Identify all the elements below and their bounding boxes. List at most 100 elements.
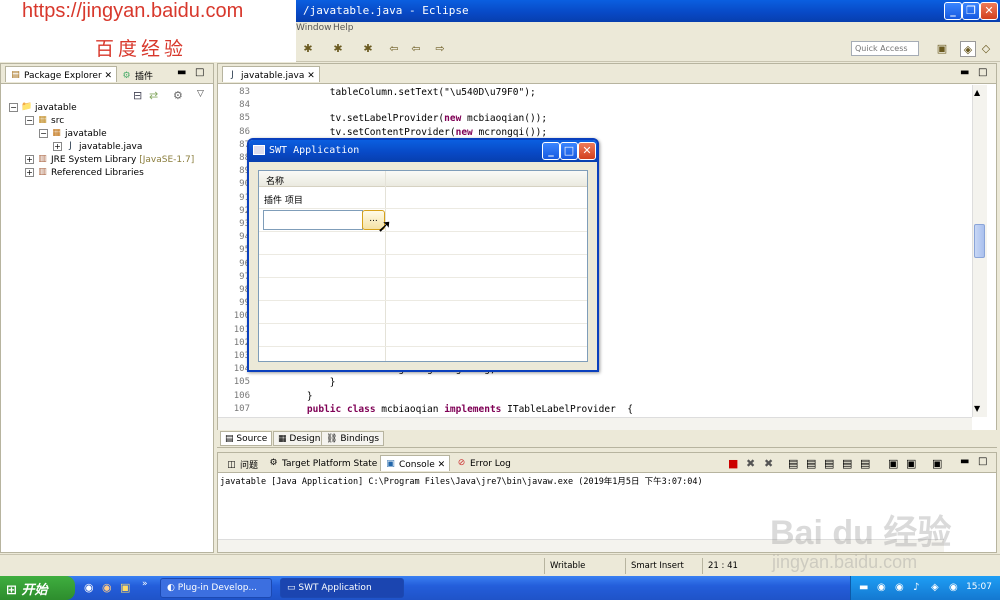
terminate-icon[interactable]: ■	[728, 457, 738, 470]
collapse-icon[interactable]: −	[25, 116, 34, 125]
maximize-view-icon[interactable]: □	[978, 67, 987, 78]
maximize-view-icon[interactable]: □	[195, 67, 204, 78]
scroll-down-icon[interactable]: ▼	[974, 404, 980, 413]
quicklaunch-media-icon[interactable]: ◉	[102, 581, 112, 594]
close-icon[interactable]: ✕	[105, 71, 113, 81]
scroll-lock-icon[interactable]: ▤	[806, 457, 816, 470]
java-perspective-icon[interactable]: ◇	[978, 41, 994, 57]
tab-plugins[interactable]: ⚙ 插件	[117, 66, 157, 82]
dialog-minimize-button[interactable]: _	[542, 142, 560, 160]
remove-launch-icon[interactable]: ✖	[746, 457, 755, 470]
taskbar-item-eclipse[interactable]: ◐ Plug-in Develop...	[160, 578, 272, 598]
tree-label: Referenced Libraries	[51, 168, 144, 178]
package-icon: ▦	[52, 128, 61, 138]
expand-icon[interactable]: +	[25, 168, 34, 177]
tree-item-jre-library[interactable]: + ▥ JRE System Library [JavaSE-1.7]	[25, 154, 194, 167]
close-button[interactable]: ✕	[980, 2, 998, 20]
tab-package-explorer[interactable]: ▤ Package Explorer ✕	[5, 66, 118, 82]
view-menu-icon[interactable]: ▣	[932, 457, 942, 470]
menu-help[interactable]: Help	[333, 23, 354, 33]
column-header-name[interactable]: 名称	[266, 174, 284, 187]
tree-suffix: [JavaSE-1.7]	[139, 155, 195, 165]
code-line[interactable]: public class mcbiaoqian implements ITabl…	[284, 404, 633, 415]
tree-item-package[interactable]: − ▦ javatable	[39, 128, 107, 141]
collapse-icon[interactable]: −	[39, 129, 48, 138]
open-console-icon[interactable]: ▣	[888, 457, 898, 470]
tree-item-project[interactable]: − 📁 javatable	[9, 102, 77, 115]
cell-editor-input[interactable]	[263, 210, 363, 230]
link-editor-icon[interactable]: ⇄	[149, 89, 158, 102]
expand-icon[interactable]: +	[25, 155, 34, 164]
remove-all-icon[interactable]: ✖	[764, 457, 773, 470]
maximize-view-icon[interactable]: □	[978, 456, 987, 467]
horizontal-scrollbar[interactable]	[218, 417, 972, 430]
expand-icon[interactable]: +	[53, 142, 62, 151]
collapse-all-icon[interactable]: ⊟	[133, 89, 142, 102]
close-icon[interactable]: ✕	[307, 71, 315, 81]
tab-console[interactable]: ▣ Console ✕	[380, 455, 451, 471]
taskbar: ⊞ 开始 ◉ ◉ ▣ » ◐ Plug-in Develop... ▭ SWT …	[0, 576, 1000, 600]
table-cell[interactable]: 插件 项目	[264, 193, 303, 206]
debug-icon[interactable]: ✱	[300, 41, 316, 57]
tab-javatable-java[interactable]: Jjavatable.java ✕	[222, 66, 320, 82]
tray-icon[interactable]: ◉	[949, 582, 958, 593]
plugin-perspective-icon[interactable]: ◈	[960, 41, 976, 57]
code-line[interactable]: tv.setLabelProvider(new mcbiaoqian());	[284, 113, 547, 124]
external-tools-icon[interactable]: ✱	[360, 41, 376, 57]
tab-problems[interactable]: ◫ 问题	[222, 455, 262, 471]
network-icon[interactable]: ◈	[931, 582, 939, 593]
tray-icon[interactable]: ▬	[859, 582, 868, 593]
clear-console-icon[interactable]: ▤	[788, 457, 798, 470]
scroll-up-icon[interactable]: ▲	[974, 88, 980, 97]
forward-icon[interactable]: ⇦	[408, 41, 424, 57]
word-wrap-icon[interactable]: ▤	[824, 457, 834, 470]
back-icon[interactable]: ⇦	[386, 41, 402, 57]
minimize-view-icon[interactable]: ▬	[960, 67, 969, 78]
tree-item-src[interactable]: − ▦ src	[25, 115, 64, 128]
minimize-view-icon[interactable]: ▬	[960, 456, 969, 467]
quicklaunch-ie-icon[interactable]: ◉	[84, 581, 94, 594]
swt-application-dialog[interactable]: SWT Application _ □ ✕ 名称 插件 项目 ... ➚	[247, 138, 599, 372]
tab-source[interactable]: ▤ Source	[220, 431, 273, 446]
dialog-title: SWT Application	[269, 145, 360, 156]
tray-icon[interactable]: ◉	[895, 582, 904, 593]
dialog-title-bar[interactable]: SWT Application _ □ ✕	[249, 140, 597, 162]
table[interactable]: 名称 插件 项目 ... ➚	[258, 170, 588, 362]
new-console-icon[interactable]: ▣	[906, 457, 916, 470]
tree-item-referenced-libraries[interactable]: + ▥ Referenced Libraries	[25, 167, 144, 180]
tray-icon[interactable]: ◉	[877, 582, 886, 593]
tree-item-java-file[interactable]: + Jjavatable.java	[53, 141, 142, 154]
quick-access-input[interactable]	[851, 41, 919, 56]
quicklaunch-more-icon[interactable]: »	[142, 579, 148, 589]
tab-design[interactable]: ▦ Design	[273, 431, 326, 446]
design-icon: ▦	[278, 434, 287, 444]
dialog-close-button[interactable]: ✕	[578, 142, 596, 160]
minimize-view-icon[interactable]: ▬	[177, 67, 186, 78]
run-icon[interactable]: ✱	[330, 41, 346, 57]
minimize-button[interactable]: _	[944, 2, 962, 20]
menu-window[interactable]: Window	[296, 23, 332, 33]
code-line[interactable]: tableColumn.setText("\u540D\u79F0");	[284, 87, 536, 98]
dialog-maximize-button[interactable]: □	[560, 142, 578, 160]
tab-target-platform-state[interactable]: ⚙ Target Platform State	[264, 455, 381, 471]
code-line[interactable]: }	[284, 377, 336, 388]
tab-bindings[interactable]: ⛓ Bindings	[321, 431, 385, 446]
code-line[interactable]: tv.setContentProvider(new mcrongqi());	[284, 127, 547, 138]
view-menu-icon[interactable]: ▽	[197, 89, 204, 99]
filter-icon[interactable]: ⚙	[173, 89, 183, 102]
code-line[interactable]: }	[284, 391, 313, 402]
tab-error-log[interactable]: ⊘ Error Log	[452, 455, 515, 471]
volume-icon[interactable]: ♪	[913, 582, 919, 593]
open-perspective-icon[interactable]: ▣	[934, 41, 950, 57]
taskbar-item-swt-app[interactable]: ▭ SWT Application	[280, 578, 404, 598]
close-icon[interactable]: ✕	[438, 460, 446, 470]
eclipse-icon: ◐	[167, 583, 175, 593]
vertical-scroll-thumb[interactable]	[974, 224, 985, 258]
pin-console-icon[interactable]: ▤	[842, 457, 852, 470]
maximize-button[interactable]: ❐	[962, 2, 980, 20]
next-icon[interactable]: ⇨	[432, 41, 448, 57]
collapse-icon[interactable]: −	[9, 103, 18, 112]
display-console-icon[interactable]: ▤	[860, 457, 870, 470]
start-button[interactable]: ⊞ 开始	[0, 576, 75, 600]
quicklaunch-folder-icon[interactable]: ▣	[120, 581, 130, 594]
